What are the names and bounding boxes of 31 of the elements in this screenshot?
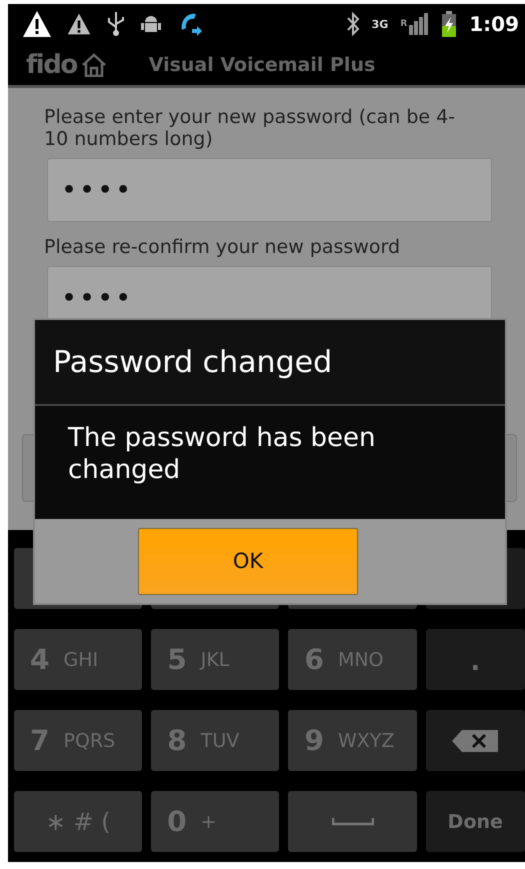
digit-key[interactable]: 0 + <box>151 791 280 852</box>
bluetooth-icon <box>346 11 360 37</box>
done-key[interactable]: Done <box>426 791 525 852</box>
dialog-message: The password has been changed <box>68 422 377 486</box>
house-icon <box>80 52 107 76</box>
app-title: Visual Voicemail Plus <box>148 54 376 76</box>
backspace-icon <box>452 730 498 752</box>
warning-icon <box>22 9 52 39</box>
usb-icon <box>106 11 126 37</box>
field-label: Please re-confirm your new password <box>44 236 402 258</box>
field-label: Please enter your new password (can be 4-10 numbers long) <box>44 106 456 150</box>
roaming-indicator: R <box>400 19 408 29</box>
period-key[interactable]: . <box>426 629 525 690</box>
warning-icon <box>66 11 92 37</box>
digit-key[interactable]: 7 PQRS <box>14 710 142 771</box>
space-bar-icon <box>332 818 374 826</box>
digit-key[interactable]: 9 WXYZ <box>288 710 417 771</box>
network-type-indicator: 3G <box>372 18 388 30</box>
digit-key[interactable]: 8 TUV <box>151 710 280 771</box>
app-logo: fido <box>26 50 77 80</box>
ok-button[interactable]: OK <box>138 528 358 594</box>
digit-key[interactable]: 6 MNO <box>288 629 417 690</box>
backspace-key[interactable] <box>426 710 525 771</box>
dialog-title: Password changed <box>35 320 505 406</box>
signal-icon <box>409 13 430 35</box>
digit-key[interactable]: 4 GHI <box>14 629 142 690</box>
clock-time: 1:09 <box>469 12 519 36</box>
password-field[interactable]: •••• <box>47 158 492 222</box>
digit-key[interactable]: 5 JKL <box>151 629 280 690</box>
symbols-key[interactable]: ∗ # ( <box>14 791 142 852</box>
battery-charging-icon <box>441 11 458 37</box>
